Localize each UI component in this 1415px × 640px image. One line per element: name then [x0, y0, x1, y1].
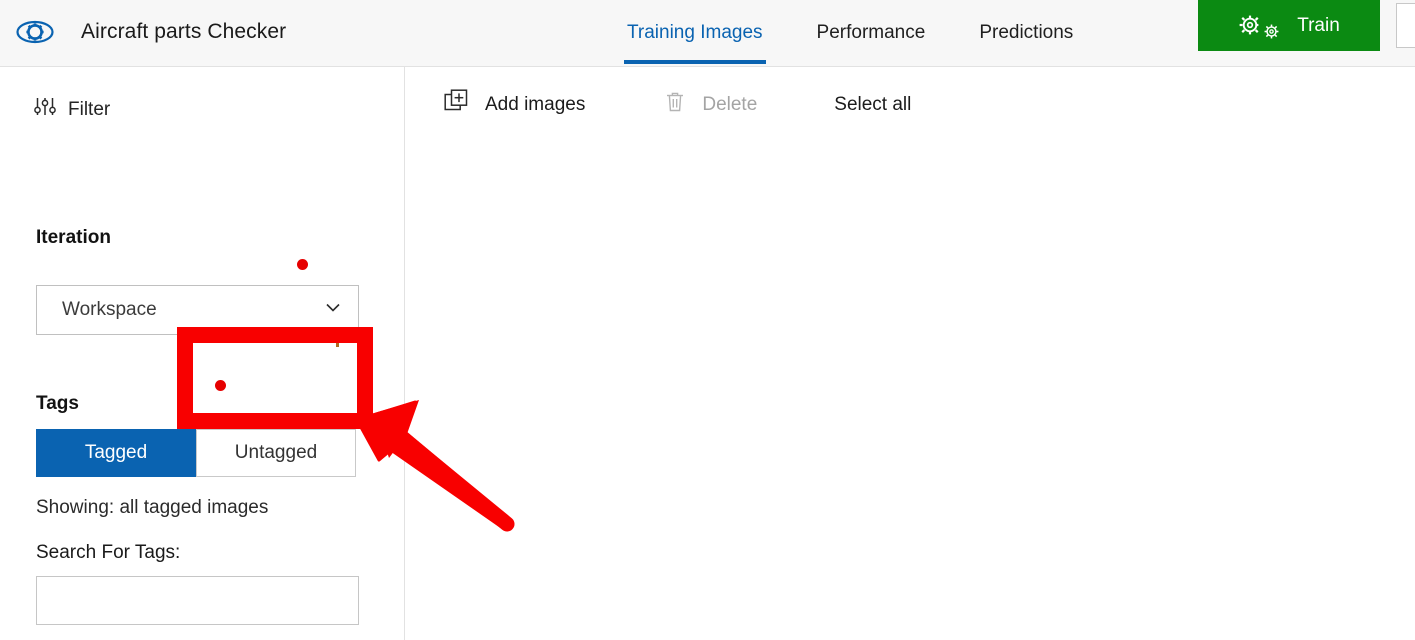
tab-predictions[interactable]: Predictions [952, 0, 1100, 66]
untagged-button-label: Untagged [234, 442, 318, 463]
search-tags-label: Search For Tags: [36, 542, 181, 563]
tagged-button-label: Tagged [84, 442, 148, 463]
header-overflow-button[interactable] [1396, 3, 1415, 48]
eye-gear-icon [14, 11, 56, 53]
page-title: Aircraft parts Checker [81, 20, 287, 43]
tagged-button[interactable]: Tagged [36, 429, 196, 477]
app-header: Aircraft parts Checker Training Images P… [0, 0, 1415, 67]
iteration-select[interactable]: Workspace [36, 285, 359, 335]
chevron-down-icon [322, 297, 344, 324]
select-all-button[interactable]: Select all [834, 94, 911, 116]
tab-predictions-label: Predictions [979, 22, 1074, 43]
add-images-button[interactable]: Add images [444, 89, 585, 121]
tab-training-images[interactable]: Training Images [600, 0, 790, 66]
images-toolbar: Add images Delete Select all [406, 89, 911, 121]
gears-icon [1238, 14, 1280, 38]
select-all-label: Select all [834, 94, 912, 115]
search-tags-input[interactable] [36, 576, 359, 625]
tags-section-title: Tags [36, 393, 79, 414]
tab-performance-label: Performance [816, 22, 926, 43]
tab-training-images-label: Training Images [627, 22, 763, 43]
main-content: Add images Delete Select all [406, 67, 1415, 640]
tags-filter-toggle: Tagged Untagged [36, 429, 356, 477]
tab-performance[interactable]: Performance [790, 0, 953, 66]
sidebar: Filter Iteration Workspace Tags Tagged U… [0, 67, 405, 640]
filter-label: Filter [68, 98, 111, 120]
delete-label: Delete [702, 94, 758, 115]
sliders-icon [33, 95, 57, 124]
train-button[interactable]: Train [1198, 0, 1380, 51]
train-button-label: Train [1297, 14, 1340, 36]
showing-status: Showing: all tagged images [36, 497, 269, 518]
iteration-select-value: Workspace [62, 299, 157, 320]
trash-icon [663, 90, 687, 120]
filter-toggle[interactable]: Filter [33, 95, 110, 124]
delete-button: Delete [663, 90, 757, 120]
add-images-icon [444, 89, 470, 121]
brand: Aircraft parts Checker [14, 8, 286, 56]
untagged-button[interactable]: Untagged [196, 429, 356, 477]
add-images-label: Add images [485, 94, 586, 115]
iteration-section-title: Iteration [36, 227, 111, 248]
main-nav: Training Images Performance Predictions [600, 0, 1100, 66]
